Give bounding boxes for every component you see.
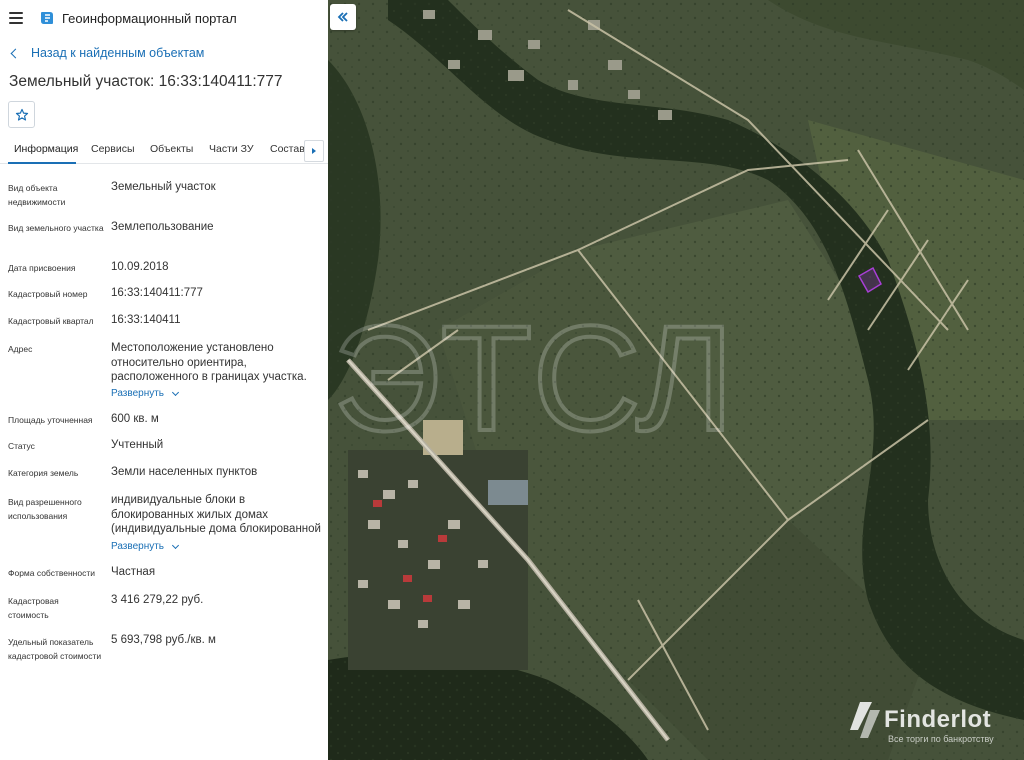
portal-logo-icon: [41, 12, 53, 24]
menu-icon[interactable]: [9, 12, 23, 24]
prop-value: 10.09.2018: [111, 261, 169, 273]
prop-label: Кадастровая стоимость: [8, 596, 59, 620]
collapse-panel-button[interactable]: [330, 4, 356, 30]
prop-label: Кадастровый квартал: [8, 316, 94, 326]
prop-label: Площадь уточненная: [8, 415, 93, 425]
prop-label: Статус: [8, 441, 35, 451]
prop-label: Удельный показатель кадастровой стоимост…: [8, 637, 102, 661]
tabs-scroll-right-button[interactable]: [304, 140, 324, 162]
map-watermark: МЭТСЛ: [328, 294, 734, 462]
prop-label: Адрес: [8, 344, 33, 354]
tab-parts[interactable]: Части ЗУ: [209, 138, 254, 164]
tab-services[interactable]: Сервисы: [91, 138, 135, 164]
prop-value: Земельный участок: [111, 181, 216, 193]
finderlot-tagline: Все торги по банкротству: [888, 734, 994, 744]
prop-value: 5 693,798 руб./кв. м: [111, 634, 216, 646]
prop-label: Форма собственности: [8, 568, 95, 578]
back-link-label: Назад к найденным объектам: [31, 46, 205, 60]
double-chevron-left-icon: [337, 12, 348, 22]
prop-label: Вид объекта недвижимости: [8, 183, 66, 207]
favorite-button[interactable]: [8, 101, 35, 128]
prop-label: Вид разрешенного использования: [8, 497, 82, 521]
chevron-down-icon: [171, 388, 180, 396]
back-link[interactable]: Назад к найденным объектам: [0, 42, 328, 64]
prop-label: Категория земель: [8, 468, 79, 478]
satellite-map[interactable]: МЭТСЛ Finderlot Все торги по банкротству: [328, 0, 1024, 760]
tab-information[interactable]: Информация: [8, 138, 78, 164]
prop-value: Частная: [111, 566, 156, 578]
chevron-left-icon: [10, 48, 21, 58]
expand-address-link[interactable]: Развернуть: [111, 388, 180, 399]
tab-bar: Информация Сервисы Объекты Части ЗУ Сост…: [0, 138, 328, 164]
prop-label: Вид земельного участка: [8, 223, 104, 233]
permitted-use-value: индивидуальные блоки в блокированных жил…: [111, 494, 321, 535]
page-title: Земельный участок: 16:33:140411:777: [9, 73, 283, 90]
star-icon: [15, 108, 28, 121]
address-value: Местоположение установлено относительно …: [111, 342, 307, 383]
prop-value: 16:33:140411: [111, 314, 181, 326]
expand-label: Развернуть: [111, 541, 165, 552]
prop-value: Землепользование: [111, 221, 214, 233]
finderlot-watermark: Finderlot: [884, 706, 992, 733]
info-panel: Геоинформационный портал Назад к найденн…: [0, 0, 328, 760]
prop-value: 600 кв. м: [111, 413, 159, 425]
top-bar: Геоинформационный портал: [0, 0, 328, 36]
app-title: Геоинформационный портал: [62, 10, 237, 26]
arrow-right-icon: [312, 148, 316, 154]
prop-value: Учтенный: [111, 439, 164, 451]
map-imagery: МЭТСЛ: [328, 0, 1024, 760]
prop-value: Земли населенных пунктов: [111, 466, 258, 478]
prop-value: 16:33:140411:777: [111, 287, 203, 299]
chevron-down-icon: [171, 541, 180, 549]
prop-value: 3 416 279,22 руб.: [111, 594, 204, 606]
tab-composition[interactable]: Состав: [270, 138, 305, 164]
tab-objects[interactable]: Объекты: [150, 138, 193, 164]
expand-permitted-use-link[interactable]: Развернуть: [111, 541, 180, 552]
expand-label: Развернуть: [111, 388, 165, 399]
prop-label: Кадастровый номер: [8, 289, 88, 299]
prop-label: Дата присвоения: [8, 263, 76, 273]
